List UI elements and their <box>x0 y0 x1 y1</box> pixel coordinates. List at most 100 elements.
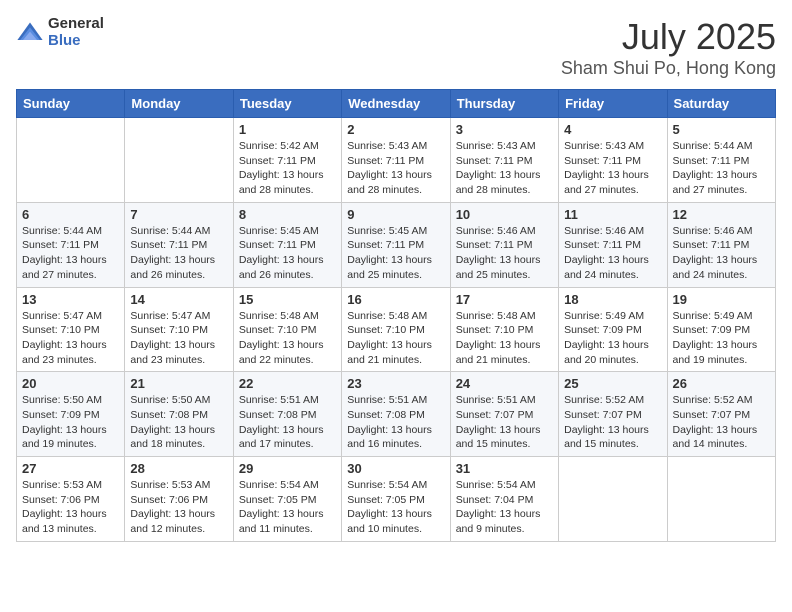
day-info: Sunrise: 5:42 AMSunset: 7:11 PMDaylight:… <box>239 139 336 198</box>
calendar-cell: 15 Sunrise: 5:48 AMSunset: 7:10 PMDayligh… <box>233 287 341 372</box>
day-info: Sunrise: 5:51 AMSunset: 7:08 PMDaylight:… <box>347 393 444 452</box>
calendar-cell <box>667 457 775 542</box>
calendar-cell: 19 Sunrise: 5:49 AMSunset: 7:09 PMDayligh… <box>667 287 775 372</box>
day-number: 15 <box>239 292 336 307</box>
weekday-header: Wednesday <box>342 90 450 118</box>
day-info: Sunrise: 5:51 AMSunset: 7:08 PMDaylight:… <box>239 393 336 452</box>
day-info: Sunrise: 5:43 AMSunset: 7:11 PMDaylight:… <box>347 139 444 198</box>
calendar-cell: 3Sunrise: 5:43 AMSunset: 7:11 PMDaylight… <box>450 118 558 203</box>
calendar-cell: 2Sunrise: 5:43 AMSunset: 7:11 PMDaylight… <box>342 118 450 203</box>
calendar-week-row: 27 Sunrise: 5:53 AMSunset: 7:06 PMDayligh… <box>17 457 776 542</box>
day-info: Sunrise: 5:54 AMSunset: 7:05 PMDaylight:… <box>347 478 444 537</box>
calendar-week-row: 20Sunrise: 5:50 AMSunset: 7:09 PMDayligh… <box>17 372 776 457</box>
logo-icon <box>16 19 44 47</box>
calendar-cell: 24 Sunrise: 5:51 AMSunset: 7:07 PMDayligh… <box>450 372 558 457</box>
weekday-header: Saturday <box>667 90 775 118</box>
day-number: 21 <box>130 376 227 391</box>
weekday-header: Thursday <box>450 90 558 118</box>
day-number: 26 <box>673 376 770 391</box>
day-number: 22 <box>239 376 336 391</box>
calendar-table: SundayMondayTuesdayWednesdayThursdayFrid… <box>16 89 776 542</box>
day-info: Sunrise: 5:46 AMSunset: 7:11 PMDaylight:… <box>673 224 770 283</box>
day-number: 9 <box>347 207 444 222</box>
day-info: Sunrise: 5:49 AMSunset: 7:09 PMDaylight:… <box>564 309 661 368</box>
calendar-cell: 8Sunrise: 5:45 AMSunset: 7:11 PMDaylight… <box>233 202 341 287</box>
calendar-cell: 11 Sunrise: 5:46 AMSunset: 7:11 PMDayligh… <box>559 202 667 287</box>
day-info: Sunrise: 5:46 AMSunset: 7:11 PMDaylight:… <box>456 224 553 283</box>
calendar-week-row: 1 Sunrise: 5:42 AMSunset: 7:11 PMDaylight… <box>17 118 776 203</box>
logo-general: General <box>48 16 104 33</box>
day-info: Sunrise: 5:54 AMSunset: 7:05 PMDaylight:… <box>239 478 336 537</box>
day-number: 28 <box>130 461 227 476</box>
day-info: Sunrise: 5:54 AMSunset: 7:04 PMDaylight:… <box>456 478 553 537</box>
day-number: 23 <box>347 376 444 391</box>
day-info: Sunrise: 5:53 AMSunset: 7:06 PMDaylight:… <box>130 478 227 537</box>
location-title: Sham Shui Po, Hong Kong <box>561 58 776 79</box>
calendar-cell: 1 Sunrise: 5:42 AMSunset: 7:11 PMDaylight… <box>233 118 341 203</box>
calendar-cell: 25Sunrise: 5:52 AMSunset: 7:07 PMDayligh… <box>559 372 667 457</box>
day-number: 13 <box>22 292 119 307</box>
calendar-cell: 30 Sunrise: 5:54 AMSunset: 7:05 PMDayligh… <box>342 457 450 542</box>
day-number: 24 <box>456 376 553 391</box>
day-info: Sunrise: 5:51 AMSunset: 7:07 PMDaylight:… <box>456 393 553 452</box>
calendar-cell: 17Sunrise: 5:48 AMSunset: 7:10 PMDayligh… <box>450 287 558 372</box>
day-info: Sunrise: 5:45 AMSunset: 7:11 PMDaylight:… <box>239 224 336 283</box>
day-number: 31 <box>456 461 553 476</box>
day-number: 1 <box>239 122 336 137</box>
calendar-cell: 12 Sunrise: 5:46 AMSunset: 7:11 PMDayligh… <box>667 202 775 287</box>
day-number: 27 <box>22 461 119 476</box>
calendar-cell: 10 Sunrise: 5:46 AMSunset: 7:11 PMDayligh… <box>450 202 558 287</box>
logo-text: General Blue <box>48 16 104 49</box>
weekday-header: Tuesday <box>233 90 341 118</box>
calendar-cell: 23 Sunrise: 5:51 AMSunset: 7:08 PMDayligh… <box>342 372 450 457</box>
day-info: Sunrise: 5:48 AMSunset: 7:10 PMDaylight:… <box>347 309 444 368</box>
day-number: 7 <box>130 207 227 222</box>
day-number: 5 <box>673 122 770 137</box>
day-info: Sunrise: 5:52 AMSunset: 7:07 PMDaylight:… <box>673 393 770 452</box>
day-info: Sunrise: 5:49 AMSunset: 7:09 PMDaylight:… <box>673 309 770 368</box>
calendar-cell: 7 Sunrise: 5:44 AMSunset: 7:11 PMDaylight… <box>125 202 233 287</box>
calendar-cell: 27 Sunrise: 5:53 AMSunset: 7:06 PMDayligh… <box>17 457 125 542</box>
calendar-header-row: SundayMondayTuesdayWednesdayThursdayFrid… <box>17 90 776 118</box>
day-number: 16 <box>347 292 444 307</box>
day-info: Sunrise: 5:45 AMSunset: 7:11 PMDaylight:… <box>347 224 444 283</box>
calendar-cell: 22 Sunrise: 5:51 AMSunset: 7:08 PMDayligh… <box>233 372 341 457</box>
day-info: Sunrise: 5:46 AMSunset: 7:11 PMDaylight:… <box>564 224 661 283</box>
day-info: Sunrise: 5:44 AMSunset: 7:11 PMDaylight:… <box>130 224 227 283</box>
day-number: 19 <box>673 292 770 307</box>
calendar-cell <box>17 118 125 203</box>
day-info: Sunrise: 5:44 AMSunset: 7:11 PMDaylight:… <box>22 224 119 283</box>
day-number: 12 <box>673 207 770 222</box>
weekday-header: Sunday <box>17 90 125 118</box>
calendar-cell: 28 Sunrise: 5:53 AMSunset: 7:06 PMDayligh… <box>125 457 233 542</box>
day-number: 10 <box>456 207 553 222</box>
day-number: 29 <box>239 461 336 476</box>
day-info: Sunrise: 5:43 AMSunset: 7:11 PMDaylight:… <box>456 139 553 198</box>
calendar-week-row: 13Sunrise: 5:47 AMSunset: 7:10 PMDayligh… <box>17 287 776 372</box>
day-info: Sunrise: 5:50 AMSunset: 7:08 PMDaylight:… <box>130 393 227 452</box>
calendar-cell: 31 Sunrise: 5:54 AMSunset: 7:04 PMDayligh… <box>450 457 558 542</box>
day-info: Sunrise: 5:53 AMSunset: 7:06 PMDaylight:… <box>22 478 119 537</box>
calendar-cell: 13Sunrise: 5:47 AMSunset: 7:10 PMDayligh… <box>17 287 125 372</box>
calendar-cell: 18 Sunrise: 5:49 AMSunset: 7:09 PMDayligh… <box>559 287 667 372</box>
day-number: 11 <box>564 207 661 222</box>
day-number: 18 <box>564 292 661 307</box>
calendar-week-row: 6 Sunrise: 5:44 AMSunset: 7:11 PMDaylight… <box>17 202 776 287</box>
day-info: Sunrise: 5:44 AMSunset: 7:11 PMDaylight:… <box>673 139 770 198</box>
calendar-cell: 5 Sunrise: 5:44 AMSunset: 7:11 PMDaylight… <box>667 118 775 203</box>
day-number: 6 <box>22 207 119 222</box>
logo: General Blue <box>16 16 104 49</box>
day-info: Sunrise: 5:48 AMSunset: 7:10 PMDaylight:… <box>239 309 336 368</box>
day-info: Sunrise: 5:50 AMSunset: 7:09 PMDaylight:… <box>22 393 119 452</box>
day-number: 4 <box>564 122 661 137</box>
calendar-cell: 29 Sunrise: 5:54 AMSunset: 7:05 PMDayligh… <box>233 457 341 542</box>
calendar-cell: 4 Sunrise: 5:43 AMSunset: 7:11 PMDaylight… <box>559 118 667 203</box>
day-number: 17 <box>456 292 553 307</box>
page-header: General Blue July 2025 Sham Shui Po, Hon… <box>16 16 776 79</box>
day-number: 25 <box>564 376 661 391</box>
day-number: 30 <box>347 461 444 476</box>
day-info: Sunrise: 5:43 AMSunset: 7:11 PMDaylight:… <box>564 139 661 198</box>
weekday-header: Monday <box>125 90 233 118</box>
calendar-cell: 16 Sunrise: 5:48 AMSunset: 7:10 PMDayligh… <box>342 287 450 372</box>
calendar-cell: 9 Sunrise: 5:45 AMSunset: 7:11 PMDaylight… <box>342 202 450 287</box>
